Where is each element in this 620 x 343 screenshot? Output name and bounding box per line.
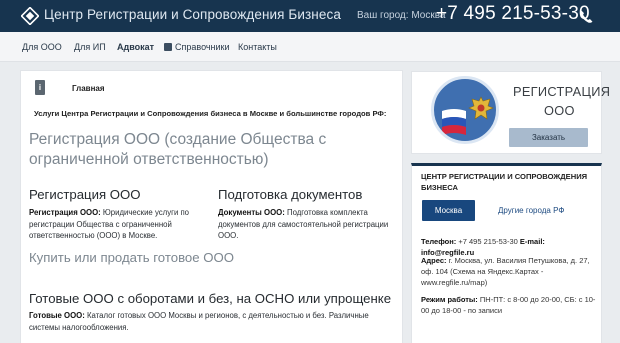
section-title-ready[interactable]: Готовые ООО с оборотами и без, на ОСНО и… (29, 291, 391, 306)
col-text-registration: Регистрация ООО: Юридические услуги по р… (29, 208, 190, 240)
section-title-buy[interactable]: Купить или продать готовое ООО (29, 250, 234, 265)
contact-address: Адрес: г. Москва, ул. Василия Петушкова,… (421, 256, 590, 287)
nav-item-reference[interactable]: Справочники (164, 42, 230, 52)
nav-item-ooo[interactable]: Для ООО (22, 42, 62, 52)
book-icon (164, 43, 172, 51)
promo-card: РЕГИСТРАЦИЯ ООО Заказать (411, 71, 610, 154)
tab-other-cities[interactable]: Другие города РФ (498, 206, 564, 215)
tab-moscow[interactable]: Москва (422, 200, 475, 221)
col-text-documents: Документы ООО: Подготовка комплекта доку… (218, 208, 389, 240)
nav-item-reference-label: Справочники (175, 42, 230, 52)
top-header: Центр Регистрации и Сопровождения Бизнес… (0, 0, 620, 32)
col-title-registration[interactable]: Регистрация ООО (29, 187, 141, 202)
nav-item-contacts[interactable]: Контакты (238, 42, 277, 52)
section-title-registration[interactable]: Регистрация ООО (создание Общества с огр… (29, 130, 389, 170)
site-title[interactable]: Центр Регистрации и Сопровождения Бизнес… (44, 7, 341, 22)
info-card-title: ЦЕНТР РЕГИСТРАЦИИ И СОПРОВОЖДЕНИЯ БИЗНЕС… (421, 172, 588, 192)
phone-handset-icon[interactable] (578, 8, 595, 25)
breadcrumb[interactable]: Главная (72, 84, 105, 93)
ready-text: Готовые ООО: Каталог готовых ООО Москвы … (29, 311, 369, 332)
header-phone[interactable]: +7 495 215-53-30 (436, 3, 590, 25)
nav-item-ip[interactable]: Для ИП (74, 42, 106, 52)
contact-phone[interactable]: +7 495 215-53-30 (456, 237, 520, 246)
contact-hours: Режим работы: ПН-ПТ: с 8-00 до 20-00, СБ… (421, 295, 596, 315)
eagle-emblem-icon (468, 96, 494, 120)
promo-title: РЕГИСТРАЦИЯ (513, 84, 611, 99)
diamond-logo-icon[interactable] (21, 7, 39, 25)
tax-service-emblem (431, 76, 499, 144)
col-title-documents[interactable]: Подготовка документов (218, 187, 362, 202)
main-nav: Для ООО Для ИП Адвокат Справочники Конта… (0, 32, 620, 62)
russian-flag-icon (442, 109, 466, 135)
main-content-card: i Главная Услуги Центра Регистрации и Со… (20, 70, 403, 343)
promo-subtitle: ООО (544, 103, 575, 118)
order-button[interactable]: Заказать (509, 128, 588, 147)
contact-info-card: ЦЕНТР РЕГИСТРАЦИИ И СОПРОВОЖДЕНИЯ БИЗНЕС… (411, 163, 602, 343)
intro-text: Услуги Центра Регистрации и Сопровождени… (34, 109, 387, 118)
city-selector[interactable]: Ваш город: Москва (357, 10, 445, 21)
info-icon: i (35, 80, 45, 95)
nav-item-advokat[interactable]: Адвокат (117, 42, 154, 52)
